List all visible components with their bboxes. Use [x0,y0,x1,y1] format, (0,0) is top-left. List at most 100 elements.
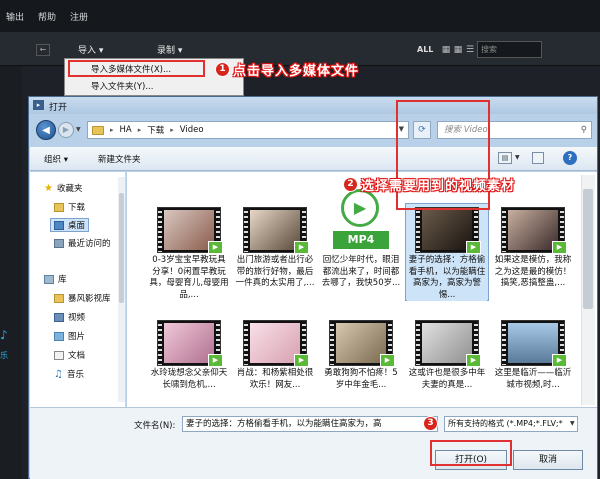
dialog-titlebar[interactable]: ▸ 打开 [29,97,597,114]
forward-arrow-icon[interactable]: ▶ [58,122,74,138]
list-item[interactable]: ▶ 如果这是模仿，我称之为这是最的模仿！搞笑,恶搞整蛊,... [491,207,575,307]
chevron-right-icon: ▸ [110,126,114,134]
filetype-select[interactable]: 所有支持的格式 (*.MP4;*.FLV;* [444,416,578,432]
file-list-scrollbar-thumb[interactable] [583,189,593,309]
recent-icon [54,238,64,248]
video-thumbnail: ▶ [415,320,481,367]
menu-import-folder[interactable]: 导入文件夹(Y)... [91,80,153,92]
change-view-icon[interactable]: ▤ [498,152,512,164]
music-note-icon[interactable]: ♪ [0,328,8,342]
nav-baofeng-library[interactable]: 暴风影视库 [54,292,111,304]
list-item[interactable]: ▶ 水玲珑想念父亲仰天长啸到危机,... [147,320,231,410]
search-icon[interactable]: ⚲ [581,122,587,138]
file-name: 勇敢狗狗不怕疼！5岁中年金毛... [324,368,398,390]
folder-icon [54,202,64,212]
list-item[interactable]: ▶ 勇敢狗狗不怕疼！5岁中年金毛... [319,320,403,410]
menu-output[interactable]: 输出 [6,10,24,23]
folder-icon [92,125,104,135]
help-icon[interactable]: ? [563,151,577,165]
grid-view-icon[interactable]: ▦ [441,45,451,55]
video-badge-icon: ▶ [294,241,309,254]
nav-recent[interactable]: 最近访问的 [54,237,111,249]
filename-input[interactable]: 妻子的选择：方格偷看手机，以为能瞒住高家为，高 [182,416,438,432]
video-badge-icon: ▶ [208,241,223,254]
back-arrow-icon[interactable]: ← [36,44,50,56]
nav-music[interactable]: ♫ 音乐 [54,368,84,381]
video-badge-icon: ▶ [208,354,223,367]
list-item[interactable]: ▶ 肖战：和杨紫相处很欢乐！网友... [233,320,317,410]
callout-step-1: 1 点击导入多媒体文件 [215,60,359,79]
app-search-input[interactable]: 搜索 [477,41,542,58]
list-item[interactable]: ▶ 出门旅游或者出行必带的旅行好物，最后一件真的太实用了,... [233,207,317,307]
video-thumbnail: ▶ [243,320,309,367]
highlight-import-media [68,60,205,77]
nav-scrollbar-thumb[interactable] [119,193,124,303]
app-menubar: 输出 帮助 注册 [0,0,600,32]
app-sidebar [0,66,22,479]
file-name: 水玲珑想念父亲仰天长啸到危机,... [150,368,228,390]
play-icon: ▶ [341,189,379,227]
breadcrumb-downloads[interactable]: 下载 [147,124,164,136]
history-dropdown-icon[interactable]: ▼ [76,126,81,133]
step-number-1: 1 [215,62,230,77]
picture-icon [54,331,64,341]
nav-videos[interactable]: 视频 [54,311,85,323]
organize-button[interactable]: 组织 ▾ [44,153,68,165]
nav-favorites[interactable]: ★ 收藏夹 [44,182,82,195]
chevron-right-icon: ▸ [137,126,142,134]
menu-register[interactable]: 注册 [70,10,88,23]
file-name: 肖战：和杨紫相处很欢乐！网友... [236,368,314,390]
star-icon: ★ [44,182,53,194]
list-view-icon[interactable]: ☰ [465,45,475,55]
callout-step-2: 2 选择需要用到的视频素材 [343,175,515,194]
nav-downloads[interactable]: 下载 [54,201,85,213]
menu-help[interactable]: 帮助 [38,10,56,23]
desktop-icon [54,220,64,230]
import-button[interactable]: 导入 ▾ [78,43,103,56]
list-item[interactable]: ▶ 这里是临沂——临沂城市视频,时... [491,320,575,410]
nav-documents[interactable]: 文档 [54,349,85,361]
list-item[interactable]: ▶ MP4 回忆少年时代，眼泪都流出来了，时间都去哪了，我快50岁... [319,185,403,307]
mp4-label: MP4 [333,231,389,249]
library-icon [44,274,54,284]
video-badge-icon: ▶ [552,241,567,254]
filter-all[interactable]: ALL [417,45,433,54]
video-badge-icon: ▶ [380,354,395,367]
chevron-down-icon[interactable]: ▼ [515,154,520,161]
chevron-down-icon[interactable]: ▼ [570,420,575,427]
address-bar: ◀ ▶ ▼ ▸ HA ▸ 下载 ▸ Video ▼ ⟳ 搜索 Video ⚲ [32,118,594,142]
filename-label: 文件名(N): [134,421,176,431]
step-number-3: 3 [423,416,438,431]
video-thumbnail: ▶ [329,320,395,367]
video-badge-icon: ▶ [294,354,309,367]
list-item[interactable]: ▶ 0-3岁宝宝早教玩具分享！0闲置早教玩具，母婴育儿,母婴用品,... [147,207,231,307]
file-list: ▶ 0-3岁宝宝早教玩具分享！0闲置早教玩具，母婴育儿,母婴用品,... ▶ 出… [127,172,597,407]
callout-step-3: 3 [423,416,438,431]
nav-desktop[interactable]: 桌面 [50,218,90,232]
breadcrumb-video[interactable]: Video [180,125,204,135]
breadcrumb[interactable]: ▸ HA ▸ 下载 ▸ Video ▼ [87,121,409,139]
video-thumbnail: ▶ [415,207,481,254]
nav-libraries[interactable]: 库 [44,273,67,285]
file-name: 妻子的选择：方格偷看手机，以为能瞒住高家为，高家为警惕... [407,255,487,301]
dialog-title: 打开 [49,103,68,113]
cancel-button[interactable]: 取消 [513,450,583,470]
mp4-file-icon: ▶ MP4 [333,185,389,255]
step-text-1: 点击导入多媒体文件 [233,64,360,79]
video-badge-icon: ▶ [552,354,567,367]
list-item-selected[interactable]: ▶ 妻子的选择：方格偷看手机，以为能瞒住高家为，高家为警惕... [405,203,489,307]
video-thumbnail: ▶ [501,320,567,367]
grid-small-icon[interactable]: ▦ [453,45,463,55]
preview-pane-icon[interactable] [532,152,544,164]
nav-pictures[interactable]: 图片 [54,330,85,342]
file-name: 如果这是模仿，我称之为这是最的模仿！搞笑,恶搞整蛊,... [494,255,572,288]
breadcrumb-ha[interactable]: HA [120,125,132,135]
new-folder-button[interactable]: 新建文件夹 [98,153,141,165]
back-arrow-icon[interactable]: ◀ [36,120,56,140]
step-number-2: 2 [343,177,358,192]
list-item[interactable]: ▶ 这或许也是很多中年夫妻的真是... [405,320,489,410]
record-button[interactable]: 录制 ▾ [157,43,182,56]
music-tab-label: 乐 [0,351,8,360]
file-name: 出门旅游或者出行必带的旅行好物，最后一件真的太实用了,... [235,255,315,288]
highlight-open-button [430,440,512,466]
